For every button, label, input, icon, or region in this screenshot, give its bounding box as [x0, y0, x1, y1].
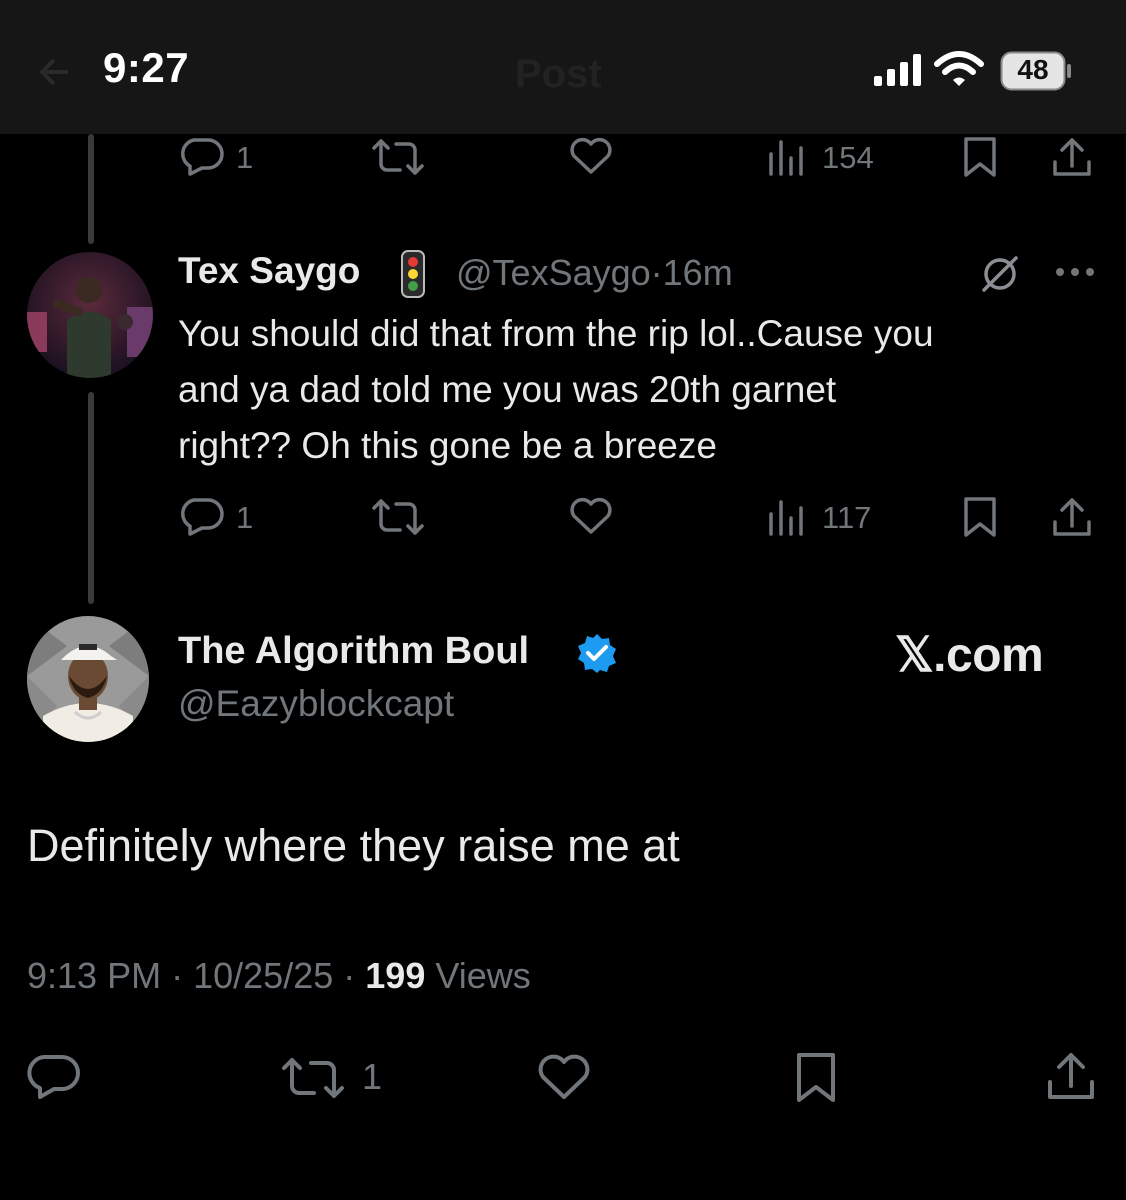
- reply-text-line: and ya dad told me you was 20th garnet: [178, 369, 837, 410]
- separator: ·: [343, 955, 356, 996]
- avatar-the-algorithm-boul[interactable]: [27, 616, 149, 742]
- thread-line-middle: [88, 392, 94, 604]
- views-count: 154: [822, 140, 874, 175]
- bookmark-icon[interactable]: [962, 136, 998, 178]
- repost-icon[interactable]: [280, 1056, 346, 1100]
- main-author-name[interactable]: The Algorithm Boul: [178, 630, 529, 673]
- views-icon[interactable]: [768, 500, 808, 536]
- grok-icon[interactable]: [978, 254, 1022, 294]
- battery-level: 48: [1017, 54, 1049, 85]
- reply-count: 1: [236, 500, 254, 535]
- reply-author-name[interactable]: Tex Saygo: [178, 250, 360, 292]
- x-brand-watermark: 𝕏.com: [895, 629, 1044, 682]
- avatar-tex-saygo[interactable]: [27, 252, 153, 378]
- back-arrow-icon[interactable]: [32, 52, 72, 92]
- share-icon[interactable]: [1046, 1050, 1096, 1102]
- share-icon[interactable]: [1052, 496, 1092, 538]
- reply-text: You should did that from the rip lol..Ca…: [178, 306, 1088, 474]
- views-count: 117: [822, 500, 872, 535]
- reply-count: 1: [236, 140, 254, 175]
- like-icon[interactable]: [568, 496, 614, 536]
- views-label: Views: [435, 955, 531, 996]
- reply-text-line: You should did that from the rip lol..Ca…: [178, 313, 934, 354]
- traffic-light-emoji: [400, 250, 426, 298]
- more-options-icon[interactable]: [1054, 266, 1096, 278]
- header-title: Post: [515, 52, 602, 96]
- reply-text-line: right?? Oh this gone be a breeze: [178, 425, 717, 466]
- main-tweet-meta: 9:13 PM · 10/25/25 · 199 Views: [27, 955, 531, 997]
- bookmark-icon[interactable]: [794, 1052, 838, 1104]
- verified-badge-icon: [576, 632, 618, 674]
- repost-icon[interactable]: [370, 138, 426, 176]
- signal-icon: [872, 54, 924, 86]
- reply-time[interactable]: 16m: [663, 252, 733, 293]
- separator: ·: [650, 252, 663, 293]
- status-time: 9:27: [103, 44, 190, 91]
- tweet-date[interactable]: 10/25/25: [193, 955, 333, 996]
- like-icon[interactable]: [568, 136, 614, 176]
- wifi-icon: [934, 50, 984, 88]
- separator: ·: [171, 955, 184, 996]
- reply-handle-time: @TexSaygo·16m: [456, 252, 733, 294]
- views-number: 199: [365, 955, 426, 996]
- reply-icon[interactable]: [27, 1052, 81, 1100]
- reply-handle[interactable]: @TexSaygo: [456, 252, 651, 293]
- like-icon[interactable]: [536, 1052, 592, 1102]
- reply-icon[interactable]: [180, 496, 226, 536]
- views-icon[interactable]: [768, 140, 808, 176]
- repost-icon[interactable]: [370, 498, 426, 536]
- repost-count: 1: [362, 1056, 383, 1097]
- main-handle[interactable]: @Eazyblockcapt: [178, 683, 454, 725]
- bookmark-icon[interactable]: [962, 496, 998, 538]
- tweet-time[interactable]: 9:13 PM: [27, 955, 161, 996]
- thread-line-top: [88, 134, 94, 244]
- main-tweet-text: Definitely where they raise me at: [27, 820, 680, 871]
- share-icon[interactable]: [1052, 136, 1092, 178]
- reply-icon[interactable]: [180, 136, 226, 176]
